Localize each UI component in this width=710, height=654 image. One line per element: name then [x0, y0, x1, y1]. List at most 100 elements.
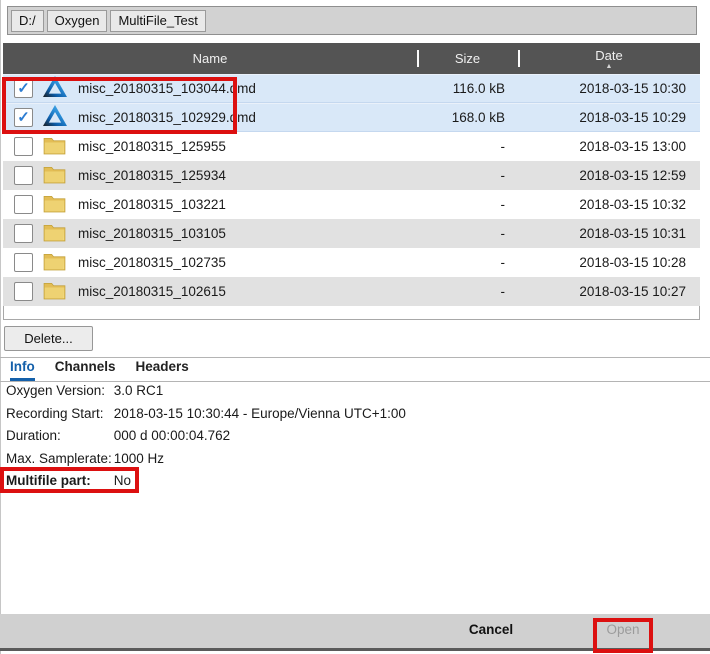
file-name: misc_20180315_102615	[78, 284, 417, 299]
tab-headers[interactable]: Headers	[136, 359, 189, 381]
table-row[interactable]: misc_20180315_103105 - 2018-03-15 10:31	[3, 219, 700, 248]
table-row[interactable]: ✓	[3, 74, 700, 103]
column-header-size-label: Size	[455, 51, 480, 66]
row-checkbox[interactable]	[14, 195, 33, 214]
info-field-label: Multifile part:	[6, 470, 110, 493]
file-size: 116.0 kB	[417, 81, 518, 96]
file-size: -	[417, 168, 518, 183]
info-field: Recording Start: 2018-03-15 10:30:44 - E…	[6, 403, 696, 426]
row-checkbox[interactable]	[14, 137, 33, 156]
row-checkbox-cell	[3, 195, 43, 214]
row-checkbox[interactable]	[14, 253, 33, 272]
file-date: 2018-03-15 10:27	[518, 284, 700, 299]
file-size: 168.0 kB	[417, 110, 518, 125]
column-header-name[interactable]: Name	[3, 43, 417, 74]
row-checkbox-cell: ✓	[3, 79, 43, 98]
breadcrumb-item-d[interactable]: D:/	[11, 10, 44, 32]
file-date: 2018-03-15 10:29	[518, 110, 700, 125]
info-field-label: Recording Start:	[6, 403, 110, 426]
folder-icon	[43, 223, 66, 245]
dmd-file-icon	[43, 76, 67, 101]
dmd-file-icon	[43, 105, 67, 130]
column-separator	[518, 50, 520, 67]
row-checkbox[interactable]: ✓	[14, 79, 33, 98]
folder-icon	[43, 136, 66, 158]
divider-above-tabs	[0, 357, 710, 358]
delete-button[interactable]: Delete...	[4, 326, 93, 351]
column-header-date-label: Date	[595, 48, 622, 63]
table-row[interactable]: ✓	[3, 103, 700, 132]
row-checkbox-cell	[3, 166, 43, 185]
file-date: 2018-03-15 12:59	[518, 168, 700, 183]
row-icon-cell	[43, 105, 78, 130]
breadcrumb-item-multifile-test[interactable]: MultiFile_Test	[110, 10, 205, 32]
file-table-body: ✓	[3, 74, 700, 306]
row-icon-cell	[43, 223, 78, 245]
table-header: Name Size Date ▲	[3, 43, 700, 74]
column-separator	[417, 50, 419, 67]
info-field-value: 2018-03-15 10:30:44 - Europe/Vienna UTC+…	[114, 406, 406, 421]
table-row[interactable]: misc_20180315_102615 - 2018-03-15 10:27	[3, 277, 700, 306]
row-icon-cell	[43, 194, 78, 216]
file-date: 2018-03-15 10:30	[518, 81, 700, 96]
table-row[interactable]: misc_20180315_125955 - 2018-03-15 13:00	[3, 132, 700, 161]
table-row[interactable]: misc_20180315_102735 - 2018-03-15 10:28	[3, 248, 700, 277]
row-checkbox[interactable]: ✓	[14, 108, 33, 127]
file-table: Name Size Date ▲ ✓	[3, 43, 700, 320]
file-size: -	[417, 226, 518, 241]
checkmark-icon: ✓	[17, 79, 30, 97]
folder-icon	[43, 165, 66, 187]
table-row[interactable]: misc_20180315_125934 - 2018-03-15 12:59	[3, 161, 700, 190]
info-field: Duration: 000 d 00:00:04.762	[6, 425, 696, 448]
window-left-border	[0, 0, 1, 654]
row-checkbox[interactable]	[14, 224, 33, 243]
row-checkbox-cell	[3, 137, 43, 156]
file-name: misc_20180315_103105	[78, 226, 417, 241]
breadcrumb-item-oxygen[interactable]: Oxygen	[47, 10, 108, 32]
file-name: misc_20180315_103221	[78, 197, 417, 212]
row-checkbox-cell	[3, 282, 43, 301]
file-size: -	[417, 197, 518, 212]
info-field-value: 000 d 00:00:04.762	[114, 428, 230, 443]
cancel-button[interactable]: Cancel	[445, 622, 537, 637]
file-date: 2018-03-15 10:32	[518, 197, 700, 212]
info-field-label: Max. Samplerate:	[6, 448, 110, 471]
file-date: 2018-03-15 10:31	[518, 226, 700, 241]
sort-ascending-icon: ▲	[606, 64, 613, 70]
info-field-value: No	[114, 473, 131, 488]
column-header-size[interactable]: Size	[417, 43, 518, 74]
table-row[interactable]: misc_20180315_103221 - 2018-03-15 10:32	[3, 190, 700, 219]
info-field: Max. Samplerate: 1000 Hz	[6, 448, 696, 471]
row-checkbox-cell	[3, 224, 43, 243]
tab-info[interactable]: Info	[10, 359, 35, 381]
row-checkbox[interactable]	[14, 166, 33, 185]
breadcrumb: D:/OxygenMultiFile_Test	[7, 6, 697, 35]
row-icon-cell	[43, 76, 78, 101]
info-field-label: Duration:	[6, 425, 110, 448]
row-icon-cell	[43, 136, 78, 158]
row-icon-cell	[43, 252, 78, 274]
info-field: Multifile part: No	[6, 470, 696, 493]
file-name: misc_20180315_125955	[78, 139, 417, 154]
open-button[interactable]: Open	[597, 622, 649, 637]
file-date: 2018-03-15 13:00	[518, 139, 700, 154]
info-field-value: 1000 Hz	[114, 451, 164, 466]
column-header-name-label: Name	[193, 51, 228, 66]
file-size: -	[417, 139, 518, 154]
row-checkbox-cell	[3, 253, 43, 272]
file-size: -	[417, 255, 518, 270]
file-name: misc_20180315_103044.dmd	[78, 81, 417, 96]
file-name: misc_20180315_102735	[78, 255, 417, 270]
folder-icon	[43, 281, 66, 303]
info-field-value: 3.0 RC1	[114, 383, 164, 398]
column-header-date[interactable]: Date ▲	[518, 43, 700, 74]
info-field: Oxygen Version: 3.0 RC1	[6, 380, 696, 403]
footer-bottom-strip	[0, 648, 710, 651]
detail-tabs: Info Channels Headers	[10, 359, 189, 381]
folder-icon	[43, 252, 66, 274]
file-size: -	[417, 284, 518, 299]
tab-channels[interactable]: Channels	[55, 359, 116, 381]
row-checkbox-cell: ✓	[3, 108, 43, 127]
file-name: misc_20180315_125934	[78, 168, 417, 183]
row-checkbox[interactable]	[14, 282, 33, 301]
